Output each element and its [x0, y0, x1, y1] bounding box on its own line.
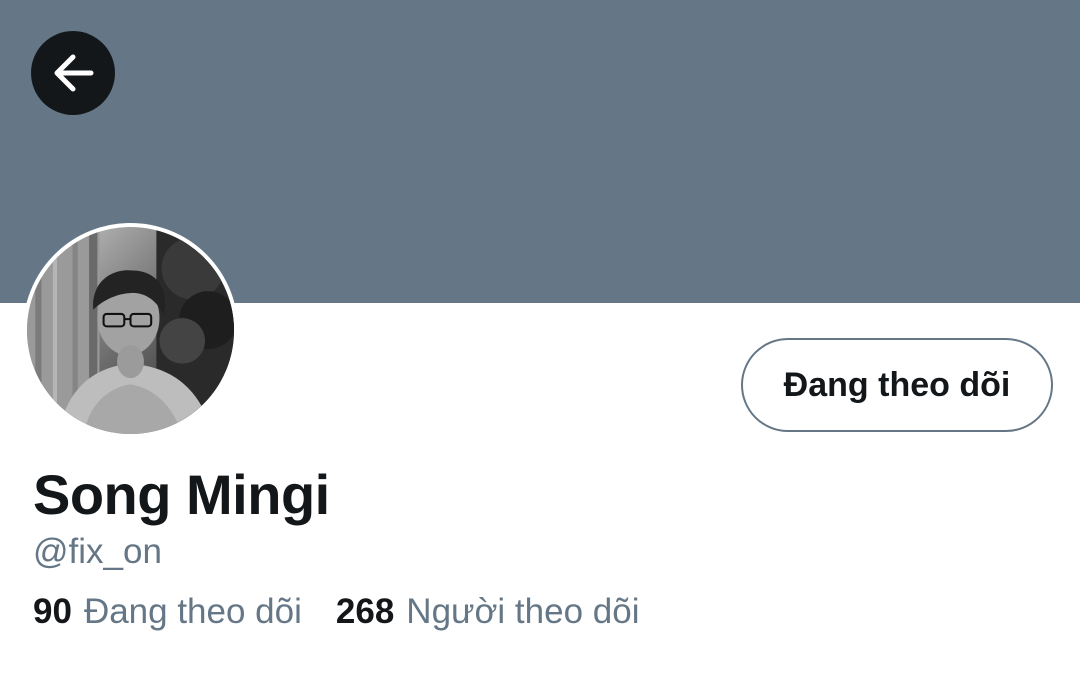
- profile-stats: 90 Đang theo dõi 268 Người theo dõi: [33, 592, 639, 632]
- arrow-left-icon: [51, 51, 95, 95]
- following-label: Đang theo dõi: [83, 592, 302, 631]
- avatar[interactable]: [23, 223, 238, 438]
- user-handle: @fix_on: [33, 532, 162, 571]
- profile-screen: Đang theo dõi Song Mingi @fix_on 90 Đang…: [0, 0, 1080, 680]
- following-button[interactable]: Đang theo dõi: [741, 338, 1053, 432]
- profile-photo: [27, 227, 234, 434]
- following-stat[interactable]: 90 Đang theo dõi: [33, 592, 302, 632]
- following-count: 90: [33, 592, 72, 631]
- back-button[interactable]: [31, 31, 115, 115]
- followers-stat[interactable]: 268 Người theo dõi: [336, 592, 640, 632]
- followers-count: 268: [335, 592, 395, 631]
- followers-label: Người theo dõi: [406, 592, 640, 631]
- display-name: Song Mingi: [33, 463, 330, 526]
- following-button-label: Đang theo dõi: [783, 365, 1011, 404]
